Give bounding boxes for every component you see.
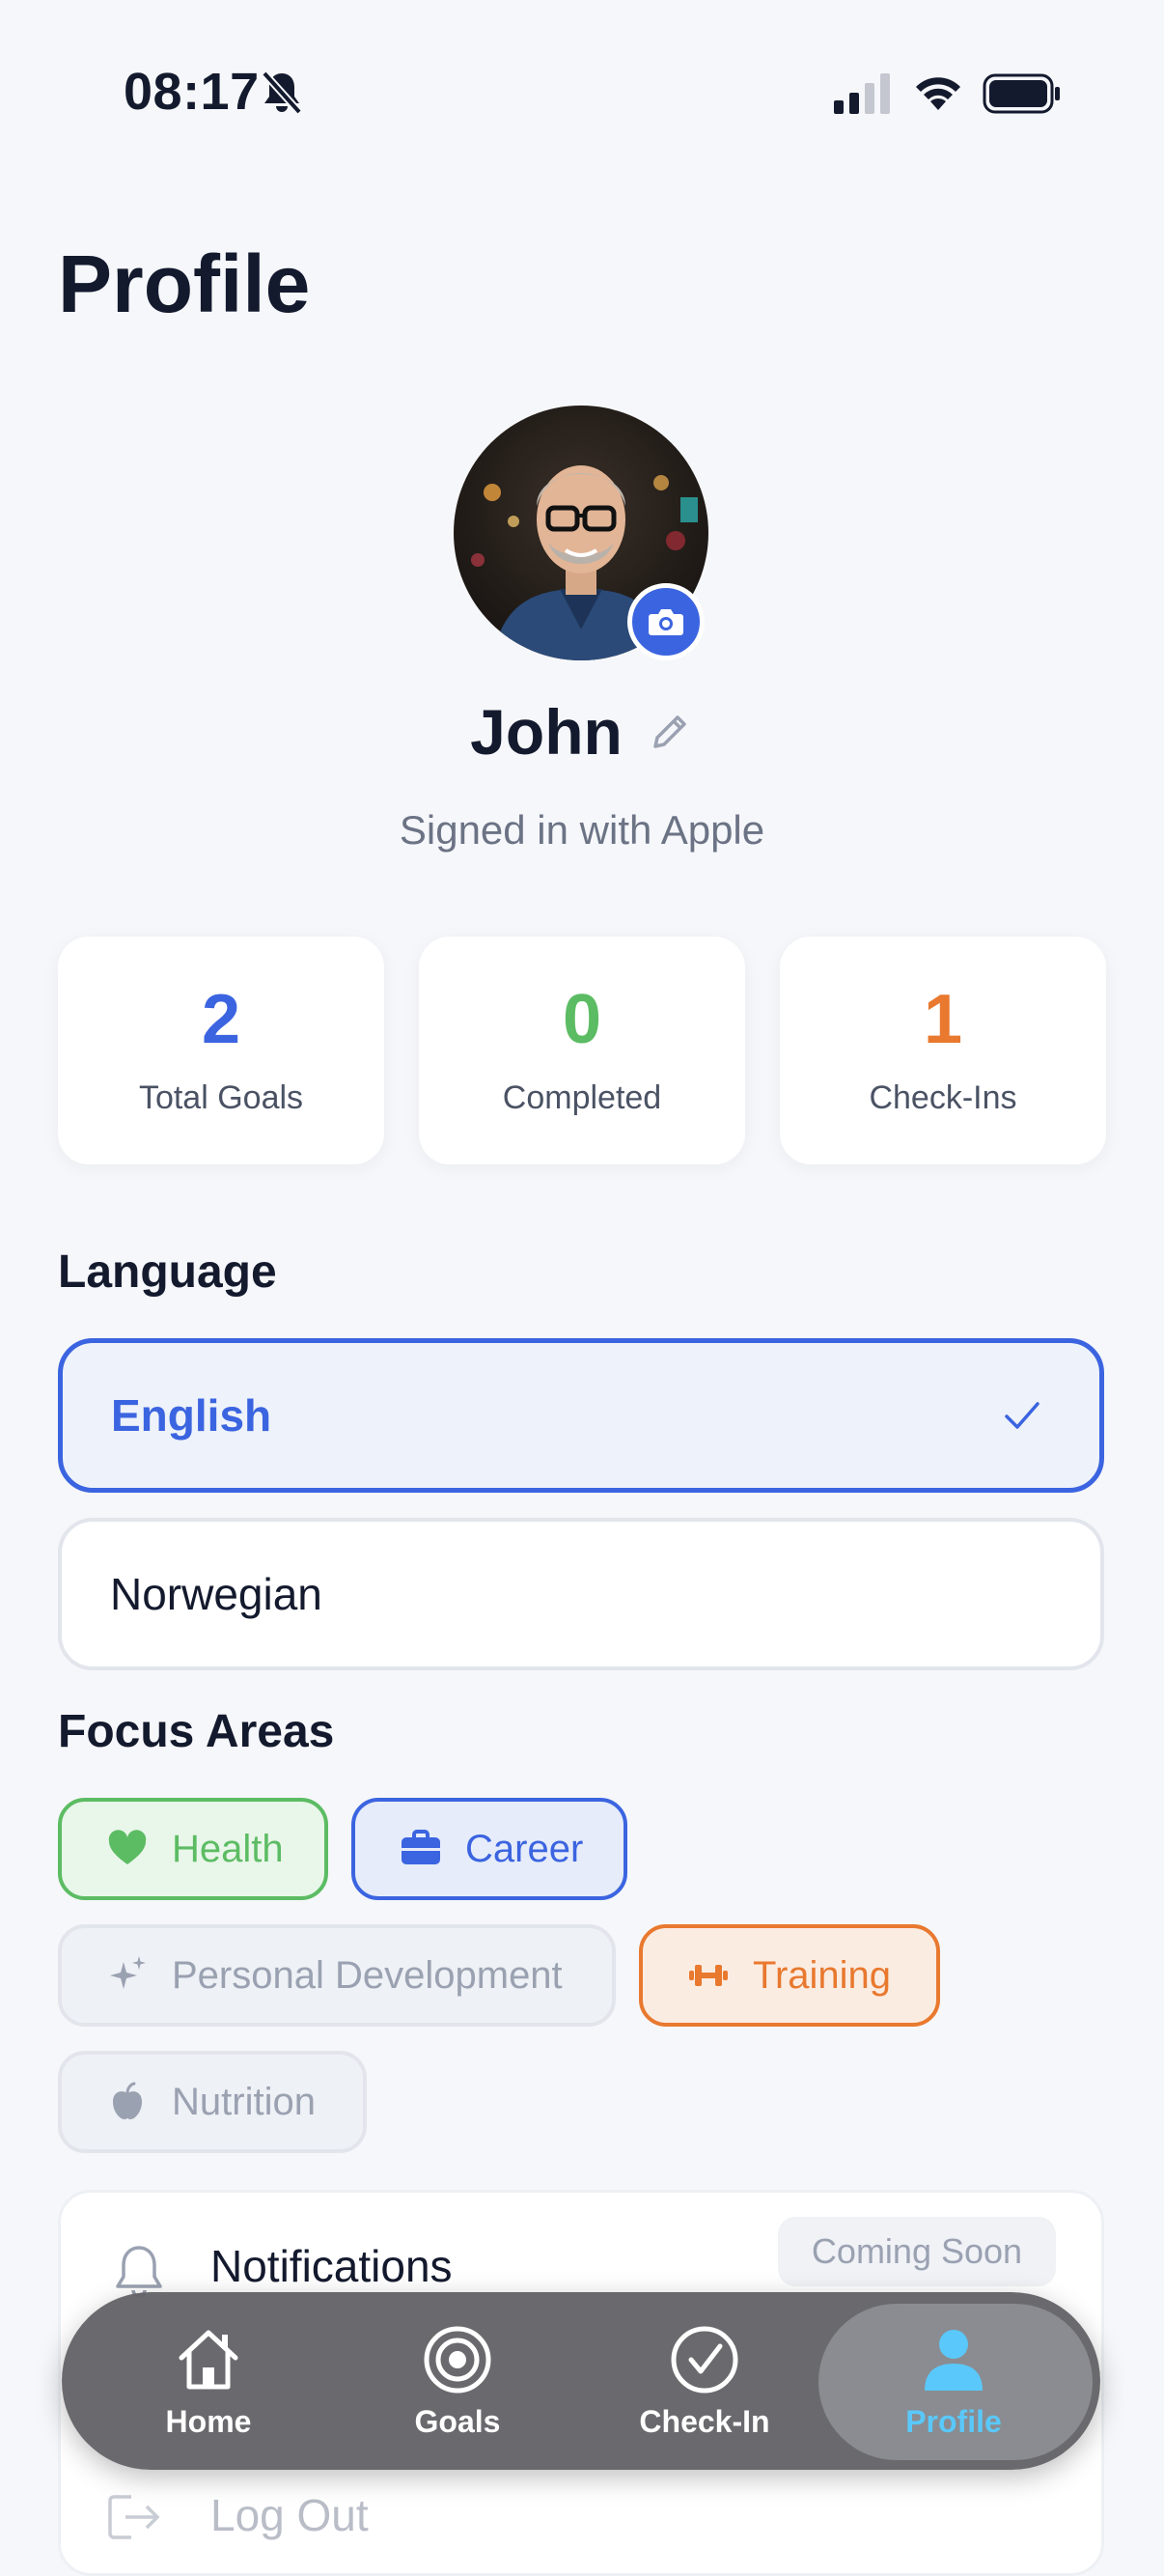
notifications-label[interactable]: Notifications xyxy=(210,2240,453,2292)
sparkles-icon xyxy=(110,1956,146,1989)
language-label: English xyxy=(111,1390,272,1441)
stat-value: 2 xyxy=(201,981,241,1058)
stat-value: 1 xyxy=(923,981,963,1058)
focus-chip-training[interactable]: Training xyxy=(639,1924,940,2027)
language-option-english[interactable]: English xyxy=(58,1338,1104,1493)
target-icon xyxy=(424,2326,491,2393)
focus-chip-personal-development[interactable]: Personal Development xyxy=(58,1924,616,2027)
stat-card-check-ins: 1 Check-Ins xyxy=(780,937,1106,1164)
apple-icon xyxy=(113,2082,142,2119)
change-photo-button[interactable] xyxy=(627,583,705,660)
profile-name: John xyxy=(470,696,623,768)
language-option-norwegian[interactable]: Norwegian xyxy=(58,1518,1104,1670)
home-icon xyxy=(179,2330,238,2389)
cellular-signal-icon xyxy=(834,73,890,114)
camera-icon xyxy=(649,609,683,635)
language-label: Norwegian xyxy=(110,1569,322,1619)
stat-card-total-goals: 2 Total Goals xyxy=(58,937,384,1164)
tab-check-in[interactable]: Check-In xyxy=(593,2292,817,2470)
bell-muted-icon xyxy=(262,70,302,115)
focus-chip-nutrition[interactable]: Nutrition xyxy=(58,2051,367,2153)
focus-chip-health[interactable]: Health xyxy=(58,1798,328,1900)
chip-label: Personal Development xyxy=(172,1953,563,1997)
status-time: 08:17 xyxy=(124,63,260,121)
tab-label: Goals xyxy=(414,2403,501,2439)
tab-label: Profile xyxy=(905,2403,1002,2439)
stat-label: Completed xyxy=(502,1079,662,1116)
edit-name-icon[interactable] xyxy=(646,708,694,756)
name-row: John xyxy=(0,695,1164,769)
stat-label: Check-Ins xyxy=(869,1079,1017,1116)
tab-label: Home xyxy=(165,2403,252,2439)
tab-goals[interactable]: Goals xyxy=(346,2292,569,2470)
briefcase-icon xyxy=(402,1830,440,1864)
logout-icon xyxy=(108,2495,160,2539)
stat-label: Total Goals xyxy=(138,1079,304,1116)
heart-icon xyxy=(108,1830,147,1864)
sign-in-method: Signed in with Apple xyxy=(399,807,765,853)
dumbbell-icon xyxy=(689,1965,728,1986)
person-icon xyxy=(925,2329,983,2391)
tab-profile[interactable]: Profile xyxy=(842,2292,1066,2470)
tab-home[interactable]: Home xyxy=(97,2292,320,2470)
wifi-icon xyxy=(916,77,960,110)
chip-label: Health xyxy=(172,1827,284,1870)
focus-chip-career[interactable]: Career xyxy=(351,1798,627,1900)
bell-icon xyxy=(116,2246,162,2298)
stat-value: 0 xyxy=(562,981,602,1058)
focus-areas-heading: Focus Areas xyxy=(58,1706,335,1757)
language-heading: Language xyxy=(58,1246,277,1298)
chip-label: Training xyxy=(753,1953,892,1997)
page-title: Profile xyxy=(58,238,311,329)
chip-label: Career xyxy=(465,1827,584,1870)
stat-card-completed: 0 Completed xyxy=(419,937,745,1164)
logout-button[interactable]: Log Out xyxy=(210,2489,369,2541)
coming-soon-badge: Coming Soon xyxy=(778,2217,1056,2286)
chip-label: Nutrition xyxy=(172,2080,316,2123)
checkmark-icon xyxy=(1005,1402,1039,1429)
check-circle-icon xyxy=(671,2326,738,2393)
tab-label: Check-In xyxy=(639,2403,770,2439)
battery-icon xyxy=(983,73,1060,114)
